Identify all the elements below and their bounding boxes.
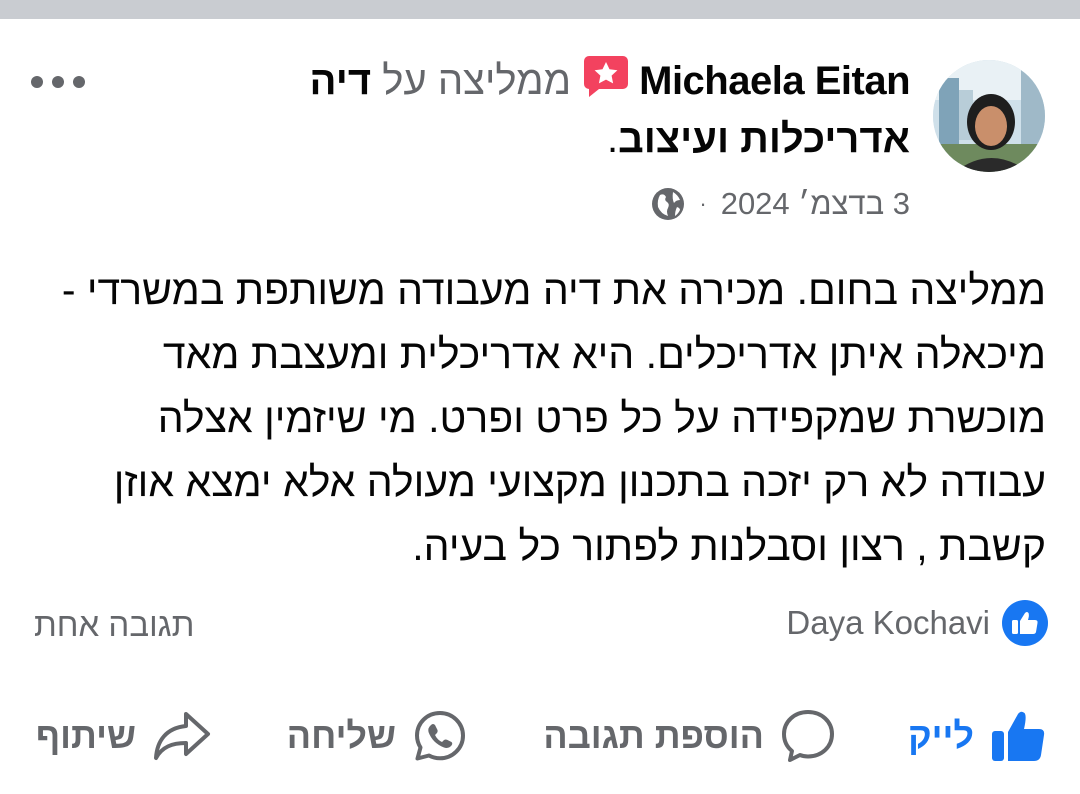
recommends-text: ממליצה על [382, 59, 572, 103]
comment-button[interactable]: הוספת תגובה [543, 700, 836, 772]
comment-icon [780, 708, 836, 764]
reactor-names[interactable]: Daya Kochavi [786, 604, 990, 642]
send-button[interactable]: שליחה [287, 700, 468, 772]
like-badge-icon [1002, 600, 1048, 646]
like-label: לייק [908, 715, 974, 756]
send-label: שליחה [286, 715, 396, 756]
like-icon [990, 709, 1046, 763]
like-button[interactable]: לייק [908, 700, 1046, 772]
author-avatar[interactable] [933, 60, 1045, 172]
post-header: Michaela Eitan ממליצה על דיה אדריכלות וע… [190, 52, 910, 168]
top-divider [0, 0, 1080, 19]
header-period: . [607, 117, 619, 161]
avatar-photo [933, 60, 1045, 172]
post-text: ממליצה בחום. מכירה את דיה מעבודה משותפת … [61, 267, 1046, 569]
share-label: שיתוף [35, 715, 136, 756]
share-button[interactable]: שיתוף [36, 700, 212, 772]
whatsapp-icon [412, 708, 468, 764]
more-options-button[interactable] [28, 66, 88, 98]
action-bar: לייק הוספת תגובה שליחה שיתוף [0, 700, 1080, 772]
post-card: Michaela Eitan ממליצה על דיה אדריכלות וע… [0, 0, 1080, 794]
reactions-summary[interactable]: Daya Kochavi [786, 600, 1048, 646]
recommend-icon [583, 54, 629, 98]
more-dots-icon [31, 76, 85, 88]
meta-separator: · [699, 191, 707, 216]
globe-icon [651, 187, 685, 221]
comments-count[interactable]: תגובה אחת [34, 606, 194, 644]
share-icon [152, 710, 212, 762]
comment-label: הוספת תגובה [543, 715, 764, 756]
post-date[interactable]: 3 בדצמ׳ 2024 [721, 186, 910, 222]
author-name[interactable]: Michaela Eitan [639, 59, 910, 103]
post-meta: 3 בדצמ׳ 2024 · [651, 186, 910, 222]
